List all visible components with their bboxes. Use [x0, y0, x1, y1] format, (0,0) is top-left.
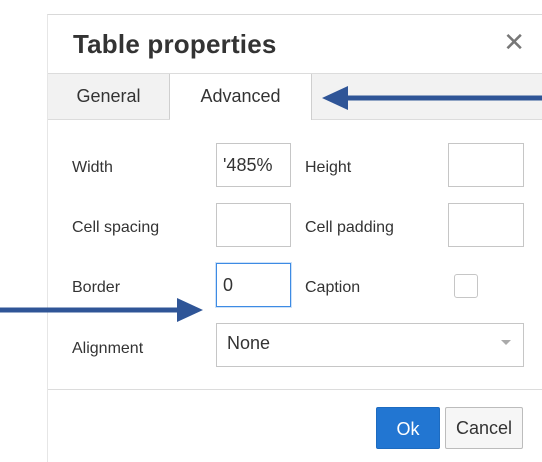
annotation-arrows — [0, 86, 542, 322]
arrow-to-advanced-tab-icon — [322, 86, 542, 110]
arrow-to-border-field-icon — [0, 298, 203, 322]
